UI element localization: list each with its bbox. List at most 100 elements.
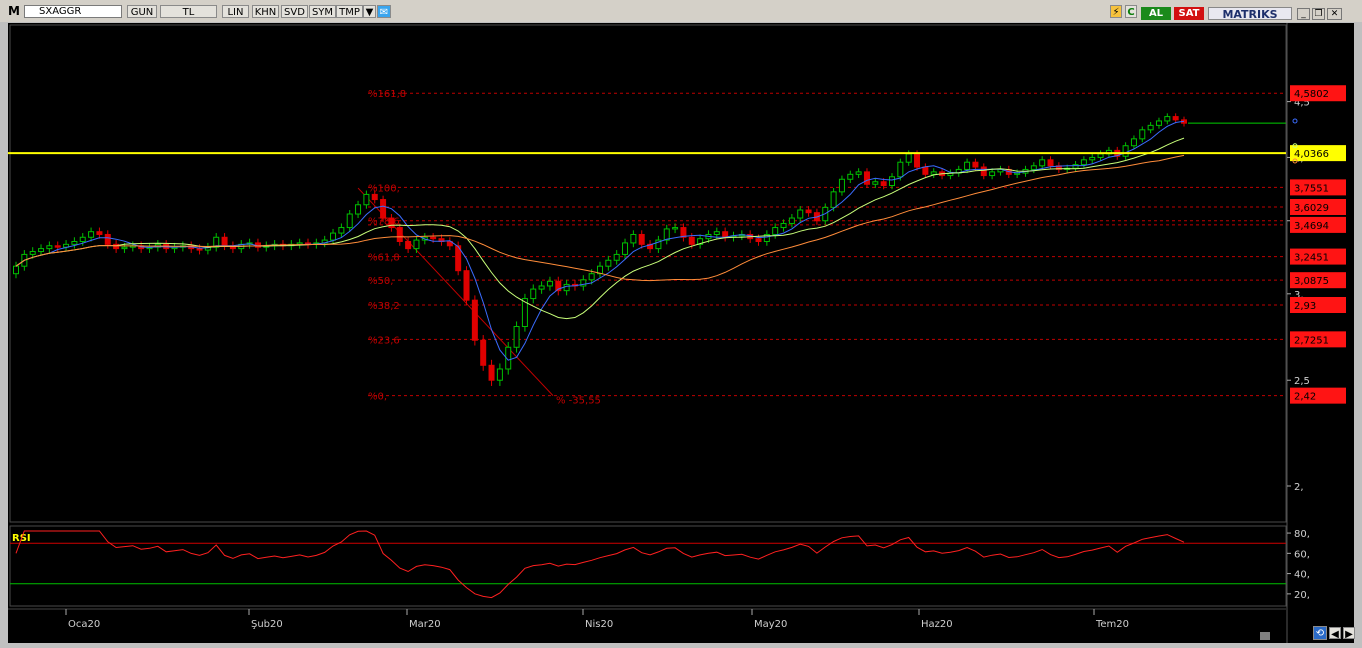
candle-body <box>914 153 921 168</box>
chart-area[interactable]: %161,8 %100, %78,6 %61,8 %50, %38,2 %23,6 %0,% … <box>8 23 1354 643</box>
fib-trend-label: % -35,55 <box>556 396 601 407</box>
candle-body <box>546 280 553 287</box>
candle-body <box>989 171 996 177</box>
candle-body <box>530 288 537 300</box>
rsi-tick-label: 60, <box>1294 549 1310 560</box>
sell-button[interactable]: SAT <box>1174 7 1204 20</box>
fib-level-label: %100, <box>368 183 400 194</box>
time-tick-label: Tem20 <box>1095 619 1129 630</box>
candle-body <box>863 171 870 185</box>
price-badge-label: 2,7251 <box>1294 335 1329 346</box>
candle-body <box>1172 116 1179 121</box>
candle-body <box>855 171 862 175</box>
candle-body <box>830 191 837 208</box>
tmp-button[interactable]: TMP <box>336 5 363 18</box>
price-badge-label: 3,0875 <box>1294 276 1329 287</box>
svd-button[interactable]: SVD <box>281 5 308 18</box>
candle-body <box>413 239 420 250</box>
candle-body <box>104 233 111 245</box>
candle-body <box>1147 124 1154 131</box>
price-badge-label: 3,6029 <box>1294 203 1329 214</box>
moving-average-line <box>15 137 1185 320</box>
candle-body <box>805 209 812 214</box>
candle-body <box>371 193 378 201</box>
candle-body <box>1130 138 1137 147</box>
candle-body <box>922 166 929 175</box>
price-badge-label: 3,2451 <box>1294 253 1329 264</box>
restore-icon[interactable]: ❐ <box>1312 8 1325 20</box>
buy-button[interactable]: AL <box>1141 7 1171 20</box>
fib-trend-line <box>357 187 554 396</box>
period-button[interactable]: GUN <box>127 5 157 18</box>
candle-body <box>1139 129 1146 140</box>
fib-level-label: %23,6 <box>368 335 400 346</box>
candle-body <box>688 236 695 245</box>
main-panel-frame <box>9 24 1287 523</box>
candle-body <box>980 166 987 177</box>
scale-button[interactable]: LIN <box>222 5 249 18</box>
candle-body <box>513 326 520 348</box>
time-tick-label: Oca20 <box>68 619 100 630</box>
candle-body <box>1097 153 1104 158</box>
refresh-icon[interactable]: C <box>1125 5 1137 18</box>
khn-button[interactable]: KHN <box>252 5 279 18</box>
candle-body <box>396 227 403 243</box>
symbol-input[interactable]: SXAGGR <box>24 5 122 18</box>
minimize-icon[interactable]: _ <box>1297 8 1310 20</box>
candle-body <box>847 173 854 180</box>
candle-body <box>355 204 362 215</box>
candle-body <box>405 241 412 250</box>
candle-body <box>488 364 495 381</box>
sync-icon[interactable]: ⟲ <box>1313 626 1327 640</box>
candle-body <box>838 178 845 193</box>
candle-body <box>897 161 904 178</box>
lightning-icon[interactable]: ⚡ <box>1110 5 1122 18</box>
sym-button[interactable]: SYM <box>309 5 336 18</box>
matriks-logo: M <box>8 4 20 18</box>
rsi-line <box>15 530 1185 599</box>
time-tick-label: Şub20 <box>251 619 283 630</box>
candle-body <box>613 253 620 261</box>
candle-body <box>380 199 387 219</box>
brand-label: MATRIKS <box>1208 7 1292 21</box>
currency-button[interactable]: TL <box>160 5 217 18</box>
candle-body <box>788 217 795 224</box>
dropdown-button[interactable]: ▼ <box>363 5 376 18</box>
chart-canvas[interactable]: %161,8%100,%78,6%61,8%50,%38,2%23,6%0,% … <box>8 23 1354 643</box>
candle-body <box>1122 145 1129 157</box>
candle-body <box>38 248 45 253</box>
price-tick-label: 2, <box>1294 482 1304 493</box>
candle-body <box>772 227 779 235</box>
candle-body <box>54 245 61 248</box>
scroll-right-icon[interactable]: ▶ <box>1343 627 1355 640</box>
fib-level-label: %50, <box>368 276 393 287</box>
price-badge-label: 3,4694 <box>1294 221 1329 232</box>
rsi-tick-label: 20, <box>1294 590 1310 601</box>
fib-level-label: %61,8 <box>368 253 400 264</box>
candle-body <box>872 181 879 185</box>
twitter-icon[interactable]: ✉ <box>377 5 391 18</box>
price-badge-label: 4,0366 <box>1294 149 1329 160</box>
scroll-left-icon[interactable]: ◀ <box>1329 627 1341 640</box>
candle-body <box>563 283 570 292</box>
candle-body <box>196 248 203 251</box>
toolbar: M SXAGGR GUN TL LIN KHN SVD SYM TMP ▼ ✉ … <box>0 0 1362 22</box>
time-tick-label: May20 <box>754 619 787 630</box>
candle-body <box>880 181 887 187</box>
time-tick-label: Nis20 <box>585 619 613 630</box>
candle-body <box>622 242 629 255</box>
candle-body <box>930 171 937 175</box>
candle-body <box>346 213 353 229</box>
candle-body <box>46 245 53 250</box>
candle-body <box>889 176 895 187</box>
candle-body <box>1155 120 1162 126</box>
fib-level-label: %38,2 <box>368 301 400 312</box>
close-icon[interactable]: ✕ <box>1327 8 1342 20</box>
candle-body <box>463 270 470 301</box>
moving-average-line <box>15 120 1185 361</box>
price-badge-label: 4,5802 <box>1294 89 1329 100</box>
candle-body <box>71 241 78 245</box>
rsi-panel-frame <box>9 525 1287 607</box>
scroll-thumb[interactable] <box>1260 632 1270 640</box>
candle-body <box>1164 116 1171 122</box>
